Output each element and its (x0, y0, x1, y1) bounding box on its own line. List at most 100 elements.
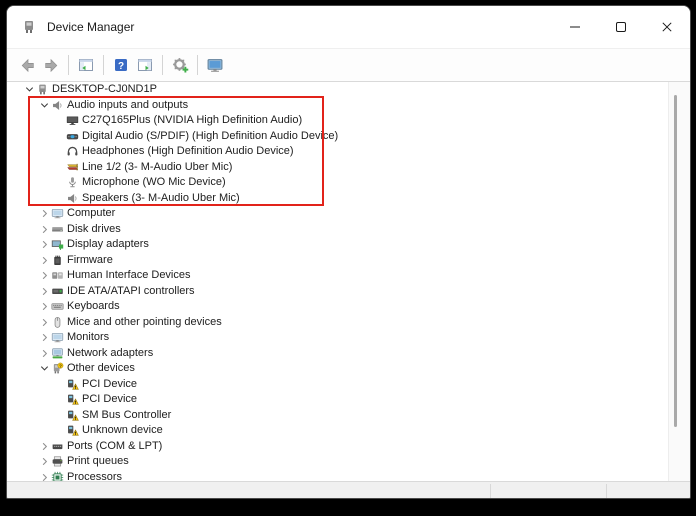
warning-device-icon (66, 393, 81, 407)
close-button[interactable] (644, 6, 690, 48)
tree-item[interactable]: Digital Audio (S/PDIF) (High Definition … (7, 129, 690, 145)
chevron-collapsed-icon[interactable] (38, 300, 51, 313)
show-console-tree-button[interactable] (74, 53, 98, 77)
toolbar-separator (162, 55, 163, 75)
chevron-expanded-icon[interactable] (38, 99, 51, 112)
help-icon: ? (113, 57, 129, 73)
speaker-icon (66, 191, 81, 205)
tree-item-label: Processors (67, 470, 123, 482)
chevron-collapsed-icon[interactable] (38, 238, 51, 251)
computer-device-icon (36, 83, 51, 97)
status-divider (490, 484, 491, 498)
maximize-button[interactable] (598, 6, 644, 48)
computer-monitor-icon (206, 57, 224, 74)
computer-button[interactable] (203, 53, 227, 77)
tree-item[interactable]: Computer (7, 206, 690, 222)
tree-item-label: Digital Audio (S/PDIF) (High Definition … (82, 129, 339, 142)
tree-item[interactable]: Display adapters (7, 237, 690, 253)
chevron-collapsed-icon[interactable] (38, 455, 51, 468)
tree-item-label: Human Interface Devices (67, 269, 191, 281)
tree-item[interactable]: DESKTOP-CJ0ND1P (7, 82, 690, 98)
scan-hardware-changes-button[interactable] (168, 53, 192, 77)
vertical-scrollbar[interactable] (668, 82, 690, 481)
firmware-icon (51, 253, 66, 267)
tree-item[interactable]: Speakers (3- M-Audio Uber Mic) (7, 191, 690, 207)
scrollbar-thumb[interactable] (674, 95, 677, 427)
tree-item[interactable]: PCI Device (7, 377, 690, 393)
warning-device-icon (66, 424, 81, 438)
headphones-icon (66, 145, 81, 159)
tree-item[interactable]: Headphones (High Definition Audio Device… (7, 144, 690, 160)
speaker-icon (51, 98, 66, 112)
tree-item[interactable]: Network adapters (7, 346, 690, 362)
tree-item[interactable]: Print queues (7, 454, 690, 470)
tree-item-label: Ports (COM & LPT) (67, 439, 163, 452)
tree-item[interactable]: Disk drives (7, 222, 690, 238)
tree-item[interactable]: C27Q165Plus (NVIDIA High Definition Audi… (7, 113, 690, 129)
tree-item[interactable]: Microphone (WO Mic Device) (7, 175, 690, 191)
tree-item-label: C27Q165Plus (NVIDIA High Definition Audi… (82, 114, 303, 126)
tree-item[interactable]: Processors (7, 470, 690, 482)
network-adapter-icon (51, 346, 66, 360)
status-bar (7, 481, 690, 498)
tree-item[interactable]: Line 1/2 (3- M-Audio Uber Mic) (7, 160, 690, 176)
tree-item[interactable]: Audio inputs and outputs (7, 98, 690, 114)
back-button[interactable] (15, 53, 39, 77)
tree-item[interactable]: SM Bus Controller (7, 408, 690, 424)
tree-item-label: Headphones (High Definition Audio Device… (82, 145, 294, 157)
minimize-button[interactable] (552, 6, 598, 48)
chevron-collapsed-icon[interactable] (38, 254, 51, 267)
chevron-collapsed-icon[interactable] (38, 440, 51, 453)
tree-item[interactable]: IDE ATA/ATAPI controllers (7, 284, 690, 300)
toolbar-separator (197, 55, 198, 75)
tree-item-label: Display adapters (67, 238, 149, 250)
tree-item[interactable]: ? Other devices (7, 361, 690, 377)
device-tree: DESKTOP-CJ0ND1P Audio inputs and outputs C… (7, 82, 690, 481)
tree-item-label: Computer (67, 207, 116, 219)
tree-item[interactable]: Mice and other pointing devices (7, 315, 690, 331)
tree-item-label: Audio inputs and outputs (67, 98, 189, 111)
tree-item-label: Keyboards (67, 300, 120, 312)
show-action-pane-button[interactable] (133, 53, 157, 77)
tree-item[interactable]: Monitors (7, 330, 690, 346)
chevron-collapsed-icon[interactable] (38, 471, 51, 481)
tree-item[interactable]: Keyboards (7, 299, 690, 315)
help-button[interactable]: ? (109, 53, 133, 77)
display-adapter-icon (51, 238, 66, 252)
tree-item[interactable]: Human Interface Devices (7, 268, 690, 284)
tree-item-label: Mice and other pointing devices (67, 315, 222, 328)
chevron-collapsed-icon[interactable] (38, 347, 51, 360)
tree-item[interactable]: Ports (COM & LPT) (7, 439, 690, 455)
tree-item-label: Speakers (3- M-Audio Uber Mic) (82, 191, 240, 204)
chevron-collapsed-icon[interactable] (38, 223, 51, 236)
chevron-collapsed-icon[interactable] (38, 269, 51, 282)
printer-icon (51, 455, 66, 469)
tree-item-label: DESKTOP-CJ0ND1P (52, 83, 157, 95)
chevron-collapsed-icon[interactable] (38, 285, 51, 298)
device-manager-app-icon (21, 19, 37, 35)
chevron-expanded-icon[interactable] (23, 83, 36, 96)
status-divider (606, 484, 607, 498)
spdif-icon (66, 129, 81, 143)
chevron-expanded-icon[interactable] (38, 362, 51, 375)
titlebar: Device Manager (7, 6, 690, 48)
keyboard-icon (51, 300, 66, 314)
svg-text:?: ? (118, 61, 124, 72)
chevron-collapsed-icon[interactable] (38, 331, 51, 344)
tree-item-label: Monitors (67, 331, 110, 343)
chevron-collapsed-icon[interactable] (38, 207, 51, 220)
tree-item[interactable]: Firmware (7, 253, 690, 269)
tree-item[interactable]: Unknown device (7, 423, 690, 439)
line-jack-icon (66, 160, 81, 174)
tree-item[interactable]: PCI Device (7, 392, 690, 408)
action-pane-icon (137, 57, 153, 73)
tree-item-label: PCI Device (82, 377, 138, 390)
forward-button[interactable] (39, 53, 63, 77)
chevron-collapsed-icon[interactable] (38, 316, 51, 329)
